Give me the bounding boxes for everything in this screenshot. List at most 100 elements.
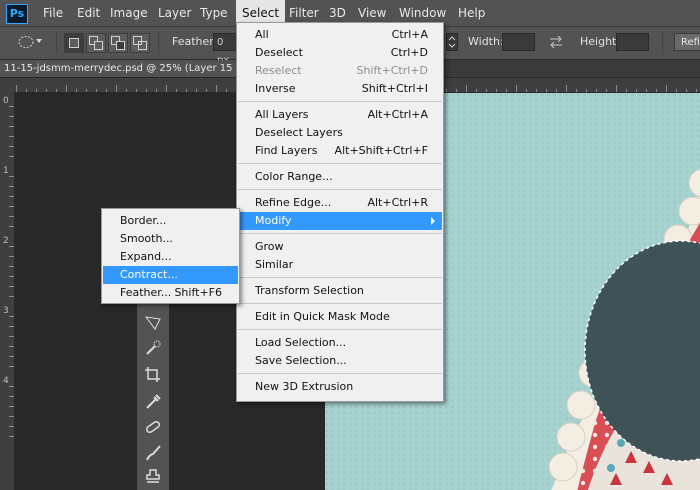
polygonal-lasso-tool-icon[interactable] xyxy=(141,312,165,334)
photoshop-logo: Ps xyxy=(6,4,28,24)
select-menu-item-deselect[interactable]: Deselect Ctrl+D xyxy=(238,44,442,62)
ruler-tick xyxy=(9,246,14,247)
menu-item-label: Find Layers xyxy=(255,144,318,157)
ruler-tick xyxy=(9,286,14,287)
select-menu-item-transform-selection[interactable]: Transform Selection xyxy=(238,282,442,300)
select-menu-item-new-3d-extrusion[interactable]: New 3D Extrusion xyxy=(238,378,442,396)
ruler-tick xyxy=(16,85,17,92)
swap-icon[interactable] xyxy=(548,36,564,48)
ruler-tick xyxy=(686,89,687,92)
feather-input[interactable]: 0 px xyxy=(213,33,237,66)
menu-layer[interactable]: Layer xyxy=(152,0,197,26)
document-tab[interactable]: 11-15-jdsmm-merrydec.psd @ 25% (Layer 15… xyxy=(0,60,236,77)
crop-tool-icon[interactable] xyxy=(141,364,165,386)
modify-menu-item-border[interactable]: Border... xyxy=(103,212,238,230)
refine-edge-button[interactable]: Refi xyxy=(674,33,700,51)
menu-help[interactable]: Help xyxy=(452,0,491,26)
ruler-tick xyxy=(116,85,117,92)
menu-type[interactable]: Type xyxy=(194,0,234,26)
select-menu-item-save-selection[interactable]: Save Selection... xyxy=(238,352,442,370)
select-menu-item-similar[interactable]: Similar xyxy=(238,256,442,274)
ruler-tick xyxy=(9,106,14,107)
modify-menu-item-expand[interactable]: Expand... xyxy=(103,248,238,266)
subtract-from-selection-button[interactable] xyxy=(108,33,128,53)
new-selection-button[interactable] xyxy=(64,33,84,53)
ruler-mark: 0 xyxy=(3,96,9,106)
select-menu-item-grow[interactable]: Grow xyxy=(238,238,442,256)
elliptical-marquee-icon[interactable] xyxy=(18,34,34,50)
menu-item-label: Edit in Quick Mask Mode xyxy=(255,310,390,323)
modify-menu-item-smooth[interactable]: Smooth... xyxy=(103,230,238,248)
ruler-tick xyxy=(106,89,107,92)
ruler-tick xyxy=(9,296,14,297)
modify-menu-item-feather[interactable]: Feather... Shift+F6 xyxy=(103,284,238,302)
spinner-icon xyxy=(448,36,456,48)
ruler-tick xyxy=(586,89,587,92)
ruler-tick xyxy=(46,89,47,92)
select-menu-item-load-selection[interactable]: Load Selection... xyxy=(238,334,442,352)
healing-brush-tool-icon[interactable] xyxy=(141,416,165,438)
ruler-mark: 3 xyxy=(3,306,9,316)
ruler-tick xyxy=(9,406,14,407)
menu-edit[interactable]: Edit xyxy=(71,0,106,26)
ruler-tick xyxy=(516,85,517,92)
ruler-tick xyxy=(9,436,14,437)
menu-separator xyxy=(238,373,442,374)
menu-item-label: Transform Selection xyxy=(255,284,364,297)
modify-menu-item-contract[interactable]: Contract... xyxy=(103,266,238,284)
ruler-tick xyxy=(9,216,14,217)
clone-stamp-tool-icon[interactable] xyxy=(141,466,165,488)
ruler-tick xyxy=(666,85,667,92)
ruler-tick xyxy=(9,426,14,427)
ruler-tick xyxy=(476,89,477,92)
ruler-tick xyxy=(9,316,14,317)
select-menu-item-edit-in-quick-mask-mode[interactable]: Edit in Quick Mask Mode xyxy=(238,308,442,326)
quick-selection-tool-icon[interactable] xyxy=(141,338,165,360)
ruler-tick xyxy=(176,89,177,92)
ruler-tick xyxy=(646,89,647,92)
select-menu-item-refine-edge[interactable]: Refine Edge... Alt+Ctrl+R xyxy=(238,194,442,212)
height-label: Height: xyxy=(580,35,621,48)
chevron-down-icon[interactable] xyxy=(36,39,42,43)
menu-item-label: Expand... xyxy=(120,250,172,263)
separator xyxy=(662,32,663,54)
ruler-tick xyxy=(9,326,14,327)
width-input[interactable] xyxy=(502,33,535,51)
menu-item-shortcut: Ctrl+A xyxy=(391,28,428,41)
ruler-tick xyxy=(9,226,14,227)
ruler-tick xyxy=(9,276,14,277)
select-menu-item-deselect-layers[interactable]: Deselect Layers xyxy=(238,124,442,142)
eyedropper-tool-icon[interactable] xyxy=(141,390,165,412)
ruler-tick xyxy=(526,89,527,92)
ruler-tick xyxy=(546,89,547,92)
menu-item-label: Color Range... xyxy=(255,170,333,183)
ruler-tick xyxy=(486,89,487,92)
ruler-tick xyxy=(596,89,597,92)
select-menu-item-find-layers[interactable]: Find Layers Alt+Shift+Ctrl+F xyxy=(238,142,442,160)
brush-tool-icon[interactable] xyxy=(141,442,165,464)
ruler-tick xyxy=(9,356,14,357)
select-menu-item-reselect[interactable]: Reselect Shift+Ctrl+D xyxy=(238,62,442,80)
ruler-tick xyxy=(676,89,677,92)
add-to-selection-button[interactable] xyxy=(86,33,106,53)
menu-separator xyxy=(238,329,442,330)
menu-item-label: Contract... xyxy=(120,268,178,281)
select-menu-item-modify[interactable]: Modify xyxy=(238,212,442,230)
menu-image[interactable]: Image xyxy=(104,0,154,26)
menu-file[interactable]: File xyxy=(37,0,69,26)
ruler-tick xyxy=(9,186,14,187)
ruler-tick xyxy=(66,85,67,92)
separator xyxy=(158,32,159,54)
height-input[interactable] xyxy=(616,33,649,51)
style-dropdown[interactable] xyxy=(446,33,458,51)
select-menu-item-all[interactable]: All Ctrl+A xyxy=(238,26,442,44)
select-menu-item-all-layers[interactable]: All Layers Alt+Ctrl+A xyxy=(238,106,442,124)
select-menu-item-color-range[interactable]: Color Range... xyxy=(238,168,442,186)
ruler-tick xyxy=(56,89,57,92)
ruler-tick xyxy=(576,89,577,92)
submenu-arrow-icon xyxy=(431,217,435,225)
menu-separator xyxy=(238,303,442,304)
select-menu-item-inverse[interactable]: Inverse Shift+Ctrl+I xyxy=(238,80,442,98)
menu-item-label: Refine Edge... xyxy=(255,196,332,209)
intersect-selection-button[interactable] xyxy=(130,33,150,53)
